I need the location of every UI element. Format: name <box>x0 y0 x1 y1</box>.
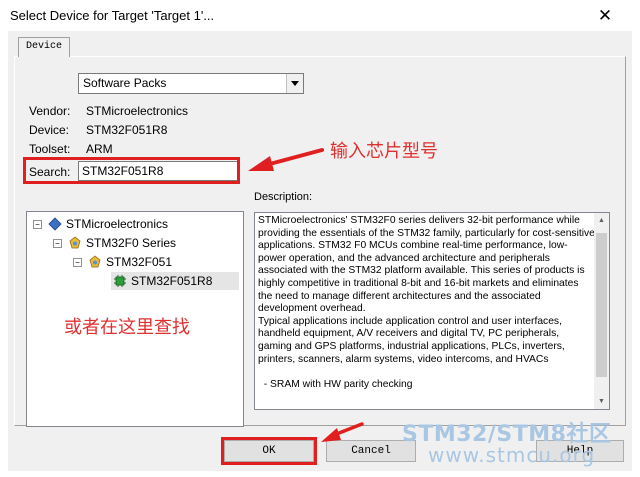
annotation-find-here: 或者在这里查找 <box>64 317 190 338</box>
collapse-icon[interactable]: − <box>53 238 62 248</box>
series-gear-icon <box>69 236 81 249</box>
packs-select-value: Software Packs <box>83 76 167 90</box>
tree-item-stmicroelectronics[interactable]: − STMicroelectronics <box>33 215 168 233</box>
collapse-icon[interactable]: − <box>73 257 82 267</box>
subfamily-gear-icon <box>89 255 101 268</box>
annotation-input-chip: 输入芯片型号 <box>330 141 438 162</box>
tree-item-stm32f051r8[interactable]: STM32F051R8 <box>111 272 239 290</box>
chip-icon <box>114 275 126 287</box>
close-icon: ✕ <box>597 5 613 25</box>
close-button[interactable]: ✕ <box>582 0 628 31</box>
watermark-url: www.stmcu.org <box>428 443 596 467</box>
scroll-thumb[interactable] <box>596 233 607 377</box>
description-text: STMicroelectronics' STM32F0 series deliv… <box>258 215 595 390</box>
toolset-label: Toolset: <box>29 142 71 156</box>
tab-device[interactable]: Device <box>18 37 70 57</box>
tree-item-label: STM32F051 <box>106 255 173 269</box>
annotation-arrow-ok <box>321 422 364 442</box>
toolset-value: ARM <box>86 142 113 156</box>
tree-item-stm32f0-series[interactable]: − STM32F0 Series <box>53 234 176 252</box>
scroll-down-icon[interactable]: ▼ <box>594 394 609 409</box>
packs-select[interactable]: Software Packs <box>78 73 304 94</box>
chevron-down-icon[interactable] <box>286 74 303 93</box>
ok-highlight-box <box>221 437 317 465</box>
tree-item-label: STMicroelectronics <box>66 217 169 231</box>
description-box[interactable]: STMicroelectronics' STM32F0 series deliv… <box>254 212 610 410</box>
dialog-window: Select Device for Target 'Target 1'... ✕… <box>0 0 640 477</box>
tree-item-label: STM32F051R8 <box>131 274 213 288</box>
tree-item-stm32f051[interactable]: − STM32F051 <box>73 253 172 271</box>
annotation-arrow-search <box>248 148 324 171</box>
window-title: Select Device for Target 'Target 1'... <box>10 8 215 23</box>
description-scrollbar[interactable]: ▲ ▼ <box>594 213 609 409</box>
device-value: STM32F051R8 <box>86 123 168 137</box>
scroll-up-icon[interactable]: ▲ <box>594 213 609 228</box>
vendor-value: STMicroelectronics <box>86 104 189 118</box>
tree-item-label: STM32F0 Series <box>86 236 177 250</box>
search-highlight-box <box>23 157 240 184</box>
dialog-client: Device Software Packs Vendor: STMicroele… <box>8 31 632 471</box>
title-bar: Select Device for Target 'Target 1'... ✕ <box>0 0 640 31</box>
vendor-diamond-icon <box>48 217 62 231</box>
collapse-icon[interactable]: − <box>33 219 42 229</box>
device-label: Device: <box>29 123 70 137</box>
vendor-label: Vendor: <box>29 104 71 118</box>
description-label: Description: <box>254 191 313 203</box>
